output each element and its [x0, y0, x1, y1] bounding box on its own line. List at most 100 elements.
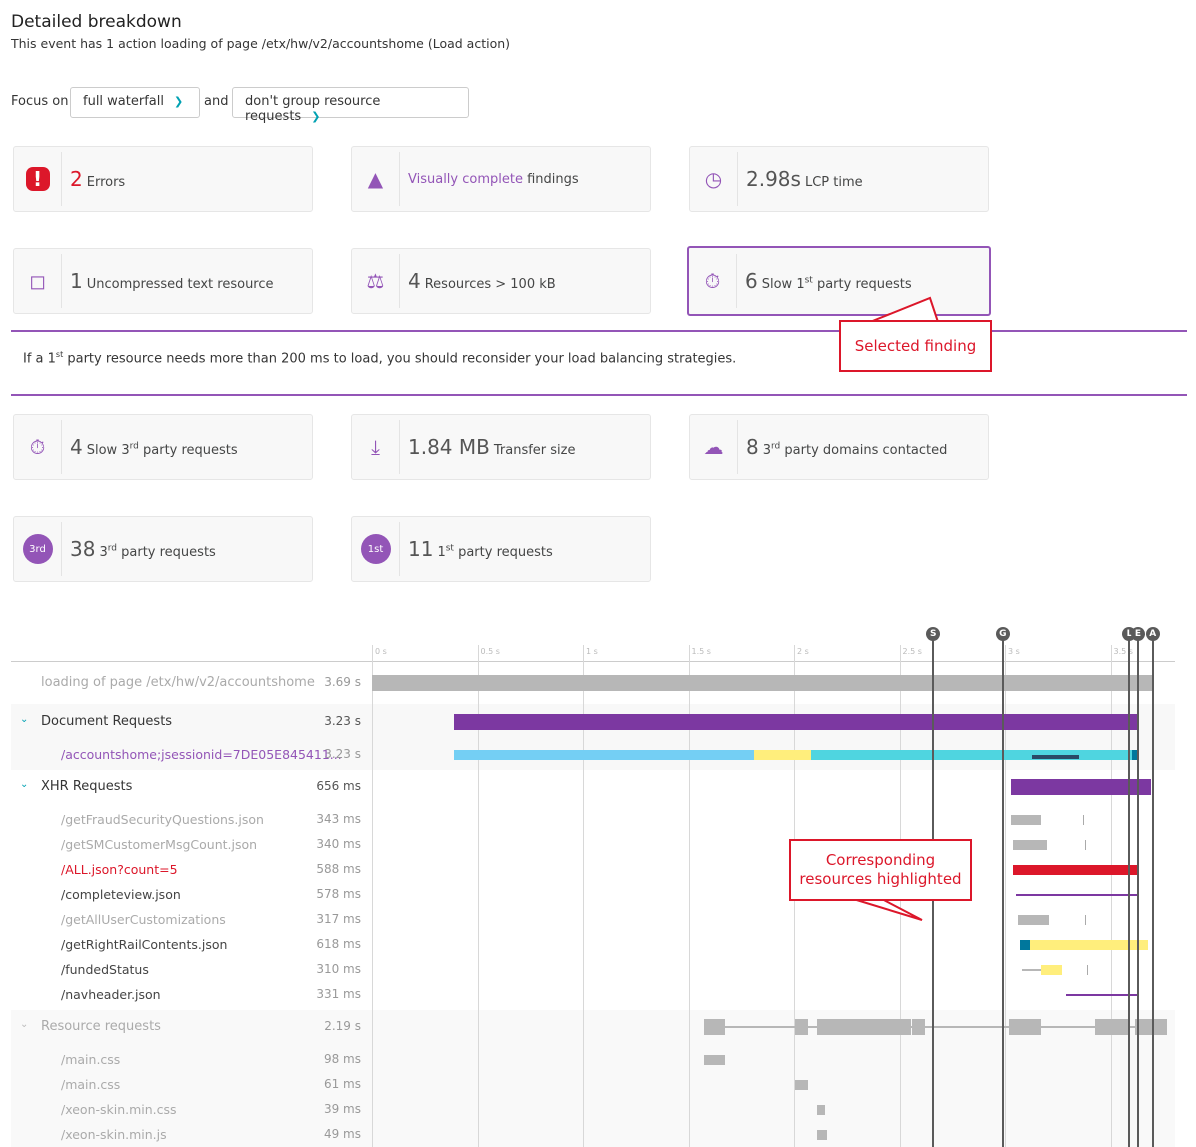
waterfall-dropdown[interactable]: full waterfall ❯: [70, 87, 200, 118]
timing-bar[interactable]: [795, 1080, 808, 1090]
waterfall-row-label[interactable]: /ALL.json?count=5: [61, 862, 178, 877]
waterfall-row-label[interactable]: loading of page /etx/hw/v2/accountshome: [41, 675, 315, 690]
stopwatch-icon: ⏱: [29, 435, 46, 459]
timing-tick: [1087, 965, 1089, 975]
timing-line: [1015, 894, 1138, 896]
finding-tile[interactable]: ◻ 1 Uncompressed text resource: [13, 248, 313, 314]
tile-text: 38 3rd party requests: [62, 537, 216, 561]
finding-tile[interactable]: ! 2 Errors: [13, 146, 313, 212]
finding-tile[interactable]: ▲ Visually complete findings: [351, 146, 651, 212]
marker-S[interactable]: S: [926, 627, 941, 641]
finding-count: 11: [408, 537, 434, 561]
timing-bar[interactable]: [1011, 815, 1041, 825]
finding-count: 1: [70, 269, 83, 293]
timing-bar[interactable]: [454, 750, 754, 760]
marker-line: [1128, 636, 1131, 1147]
error-icon: !: [25, 167, 50, 191]
row-duration: 317 ms: [316, 912, 361, 926]
expand-chevron-icon[interactable]: ⌄: [20, 1019, 28, 1030]
waterfall-row-label[interactable]: /getRightRailContents.json: [61, 937, 227, 952]
timing-bar[interactable]: [454, 714, 1138, 730]
finding-text: party requests: [121, 545, 216, 560]
marker-A[interactable]: A: [1145, 627, 1160, 641]
finding-text: party requests: [143, 443, 238, 458]
timing-bar[interactable]: [816, 1130, 827, 1140]
timing-bar[interactable]: [1008, 1019, 1041, 1035]
turtle-icon: ▲: [367, 167, 384, 191]
timing-bar[interactable]: [1013, 840, 1048, 850]
finding-link[interactable]: Visually complete: [408, 172, 523, 187]
gridline: [372, 645, 373, 1147]
timing-bar[interactable]: [1017, 915, 1050, 925]
marker-line: [1151, 636, 1154, 1147]
row-duration: 49 ms: [323, 1127, 361, 1141]
row-duration: 98 ms: [323, 1052, 361, 1066]
timing-bar[interactable]: [1040, 965, 1062, 975]
tick-label: 2 s: [797, 647, 809, 656]
timing-bar[interactable]: [1013, 865, 1138, 875]
tick-label: 0.5 s: [480, 647, 500, 656]
waterfall-row-label[interactable]: /xeon-skin.min.js: [61, 1127, 167, 1142]
finding-tile[interactable]: 1st 11 1st party requests: [351, 516, 651, 582]
waterfall-row-label[interactable]: /getSMCustomerMsgCount.json: [61, 837, 257, 852]
timing-bar[interactable]: [753, 750, 811, 760]
finding-prefix: Slow 1: [761, 277, 805, 292]
tile-text: 4 Resources > 100 kB: [400, 269, 556, 293]
timing-bar[interactable]: [703, 1019, 725, 1035]
grouping-dropdown[interactable]: don't group resource requests ❯: [232, 87, 469, 124]
row-duration: 3.69 s: [324, 675, 361, 689]
highlight-callout: Corresponding resources highlighted: [789, 839, 972, 901]
finding-tile[interactable]: ⏱ 4 Slow 3rd party requests: [13, 414, 313, 480]
finding-text: Transfer size: [493, 443, 576, 458]
expand-chevron-icon[interactable]: ⌄: [20, 714, 28, 725]
row-duration: 578 ms: [316, 887, 361, 901]
download-icon: ⤓: [371, 435, 380, 459]
and-label: and: [204, 94, 229, 109]
page-title: Detailed breakdown: [11, 12, 182, 32]
finding-text: party requests: [458, 545, 553, 560]
timing-bar[interactable]: [1019, 940, 1031, 950]
finding-text: party domains contacted: [784, 443, 948, 458]
row-duration: 3.23 s: [324, 714, 361, 728]
finding-count: 4: [70, 435, 83, 459]
finding-text: Uncompressed text resource: [86, 277, 274, 292]
finding-count: 2: [70, 167, 83, 191]
waterfall-row-label[interactable]: /main.css: [61, 1052, 120, 1067]
marker-G[interactable]: G: [995, 627, 1010, 641]
waterfall-row-label[interactable]: /getAllUserCustomizations: [61, 912, 226, 927]
timing-bar[interactable]: [703, 1055, 725, 1065]
finding-tile[interactable]: ⚖ 4 Resources > 100 kB: [351, 248, 651, 314]
timing-bar[interactable]: [1095, 1019, 1128, 1035]
waterfall-row-label[interactable]: /completeview.json: [61, 887, 181, 902]
finding-text: party requests: [816, 277, 912, 292]
row-duration: 3.23 s: [324, 747, 361, 761]
timing-bar[interactable]: [372, 675, 1153, 691]
expand-chevron-icon[interactable]: ⌄: [20, 779, 28, 790]
timing-bar[interactable]: [816, 1105, 825, 1115]
waterfall-row-label[interactable]: /main.css: [61, 1077, 120, 1092]
finding-tile[interactable]: ☁ 8 3rd party domains contacted: [689, 414, 989, 480]
finding-tile[interactable]: 3rd 38 3rd party requests: [13, 516, 313, 582]
marker-E[interactable]: E: [1130, 627, 1145, 641]
finding-tile[interactable]: ⤓ 1.84 MB Transfer size: [351, 414, 651, 480]
timing-bar[interactable]: [816, 1019, 912, 1035]
finding-tile[interactable]: ⏱ 6 Slow 1st party requests: [687, 246, 991, 316]
finding-text: Errors: [86, 175, 126, 190]
timing-bar[interactable]: [1030, 940, 1149, 950]
tile-text: 8 3rd party domains contacted: [738, 435, 947, 459]
waterfall-row-label[interactable]: Resource requests: [41, 1019, 161, 1034]
waterfall-row-label[interactable]: /getFraudSecurityQuestions.json: [61, 812, 264, 827]
waterfall-row-label[interactable]: Document Requests: [41, 714, 172, 729]
waterfall-row-label[interactable]: /navheader.json: [61, 987, 161, 1002]
gauge-icon: ◷: [704, 167, 723, 191]
waterfall-row-label[interactable]: /fundedStatus: [61, 962, 149, 977]
waterfall-row-label[interactable]: XHR Requests: [41, 779, 132, 794]
finding-tile[interactable]: ◷ 2.98s LCP time: [689, 146, 989, 212]
scale-icon: ⚖: [366, 269, 385, 293]
finding-text: Resources > 100 kB: [424, 277, 556, 292]
timing-bar[interactable]: [911, 1019, 926, 1035]
timing-bar[interactable]: [795, 1019, 808, 1035]
timing-line: [1021, 969, 1041, 971]
timing-bar[interactable]: [810, 750, 1132, 760]
waterfall-row-label[interactable]: /xeon-skin.min.css: [61, 1102, 177, 1117]
